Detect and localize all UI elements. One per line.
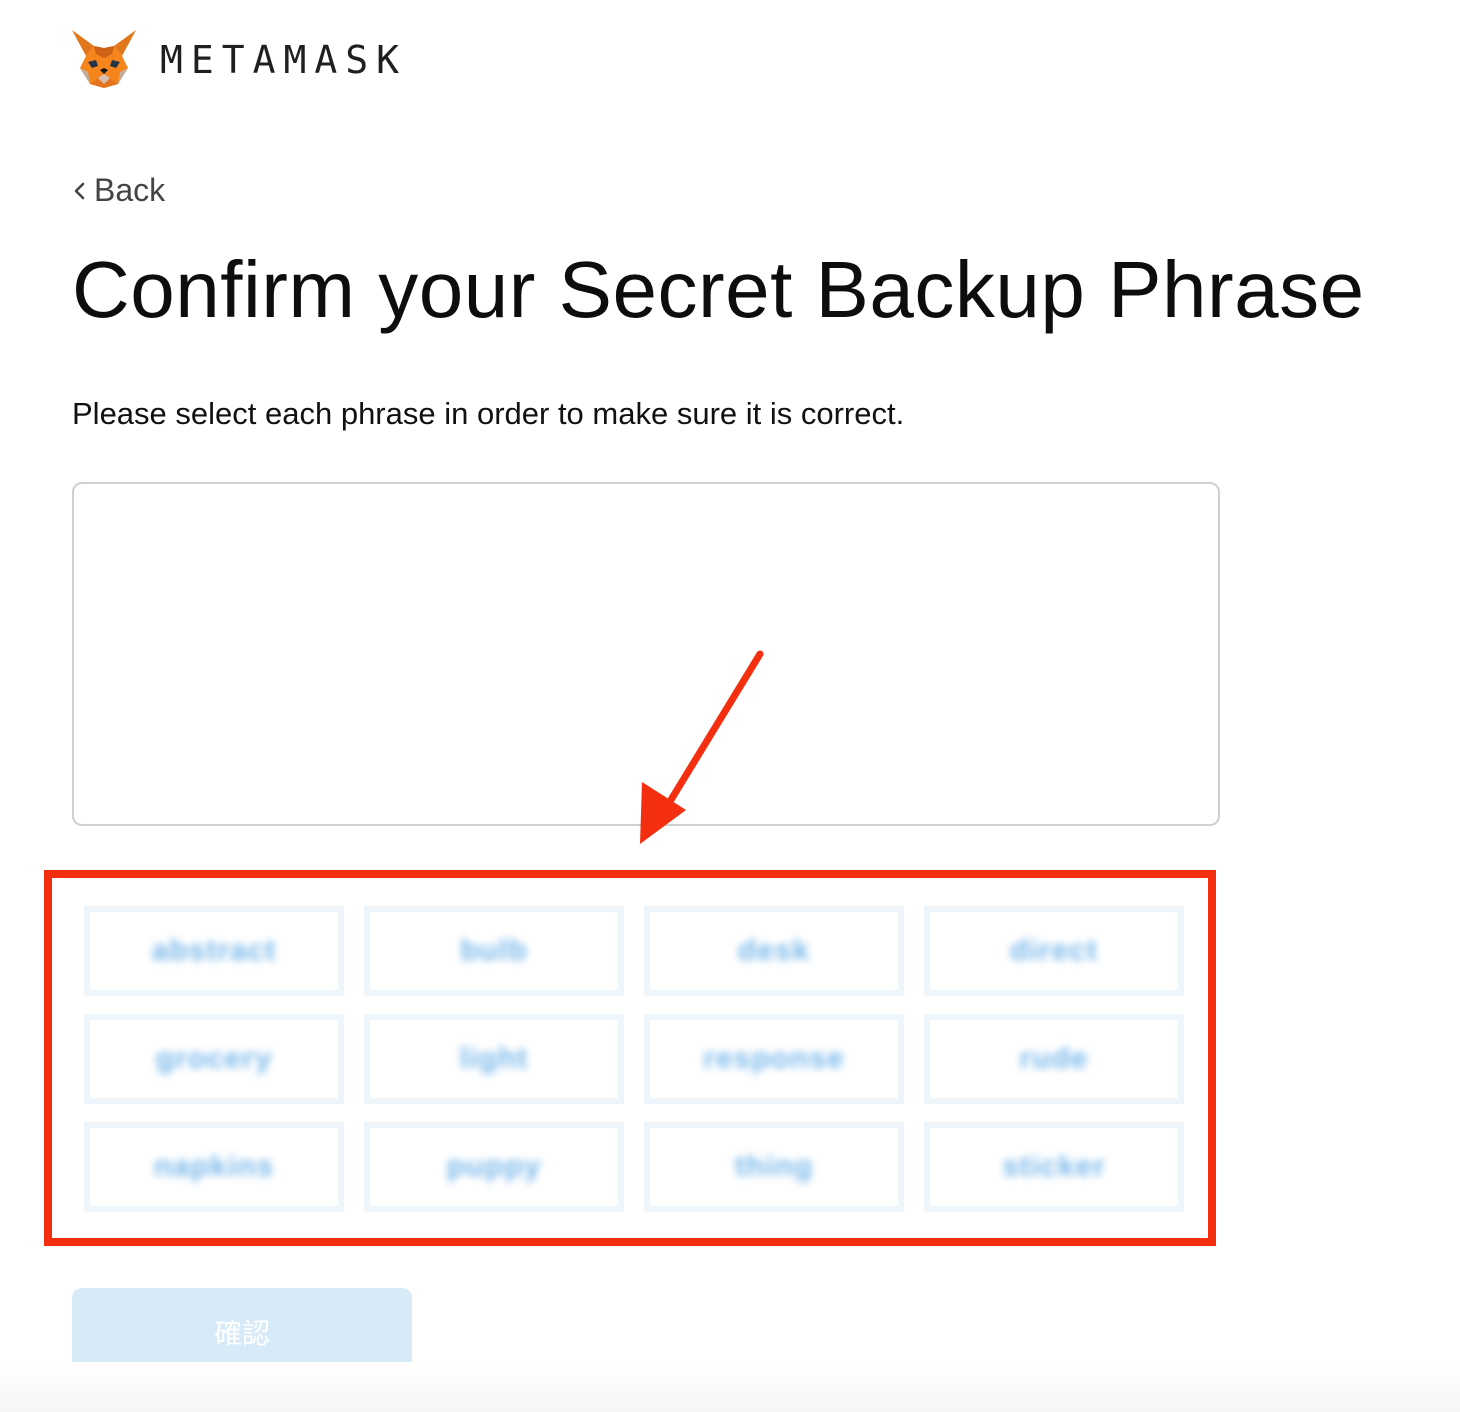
word-label: desk [737,934,811,967]
word-chip[interactable]: direct [924,906,1184,996]
bottom-edge [0,1362,1460,1412]
brand-header: METAMASK [70,28,407,92]
metamask-wordmark: METAMASK [160,38,408,82]
word-selection-grid: abstract bulb desk direct grocery light … [84,906,1184,1212]
back-label: Back [94,172,166,208]
red-arrow-icon [640,650,764,844]
word-label: grocery [155,1042,273,1075]
word-chip[interactable]: rude [924,1014,1184,1104]
word-label: thing [734,1150,814,1183]
word-label: direct [1010,934,1098,967]
instruction-text: Please select each phrase in order to ma… [72,396,905,431]
back-button[interactable]: Back [72,172,165,209]
word-label: napkins [153,1150,275,1183]
word-label: light [459,1042,529,1075]
word-label: abstract [151,934,277,967]
word-chip[interactable]: desk [644,906,904,996]
word-label: rude [1019,1042,1089,1075]
word-label: bulb [460,934,528,967]
word-chip[interactable]: light [364,1014,624,1104]
word-chip[interactable]: response [644,1014,904,1104]
page-title: Confirm your Secret Backup Phrase [72,245,1365,334]
word-chip[interactable]: sticker [924,1122,1184,1212]
chevron-left-icon [74,182,85,199]
word-label: response [703,1042,845,1075]
metamask-fox-icon [72,30,136,88]
word-chip[interactable]: abstract [84,906,344,996]
word-chip[interactable]: napkins [84,1122,344,1212]
word-label: puppy [446,1150,542,1183]
word-chip[interactable]: puppy [364,1122,624,1212]
word-label: sticker [1002,1150,1106,1183]
word-chip[interactable]: thing [644,1122,904,1212]
word-chip[interactable]: bulb [364,906,624,996]
word-chip[interactable]: grocery [84,1014,344,1104]
page: METAMASK Back Confirm your Secret Backup… [0,0,1460,1412]
